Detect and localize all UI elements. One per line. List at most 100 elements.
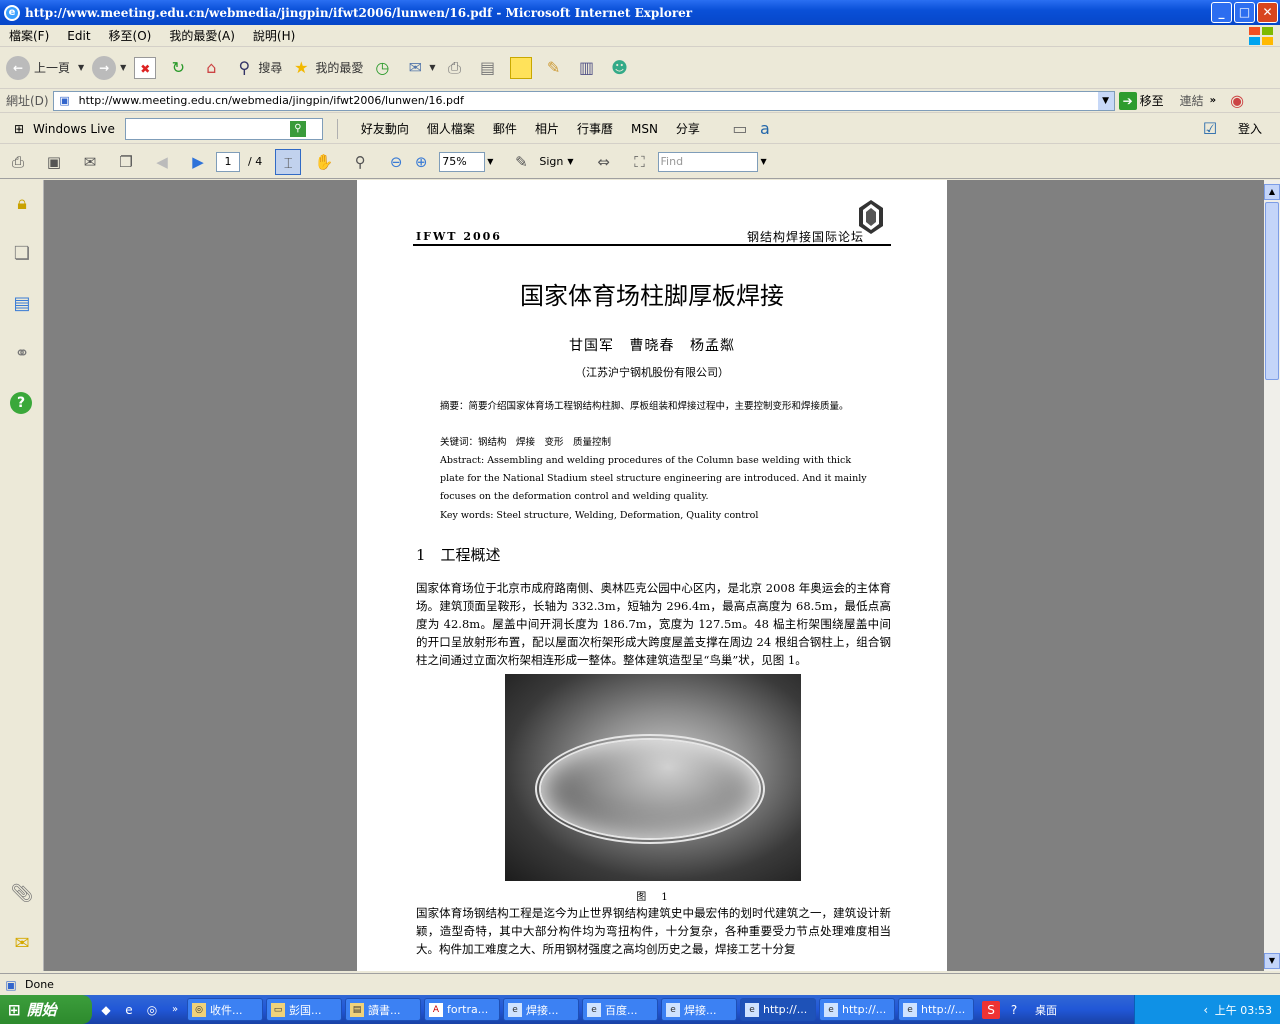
scroll-thumb[interactable]	[1265, 202, 1279, 380]
task-baidu[interactable]: e 百度...	[582, 998, 658, 1021]
save-icon[interactable]: ▣	[41, 149, 67, 175]
task-fortran[interactable]: Afortra...	[424, 998, 500, 1021]
maximize-button[interactable]: □	[1234, 2, 1255, 23]
task-welding-2[interactable]: e 焊接...	[661, 998, 737, 1021]
edit-button[interactable]: ▤	[477, 57, 502, 79]
live-item-updates[interactable]: 好友動向	[352, 120, 418, 137]
scroll-up-icon[interactable]: ▲	[1264, 184, 1280, 200]
lock-icon[interactable]: 🔒︎	[10, 192, 34, 216]
task-http-1[interactable]: e http://...	[740, 998, 816, 1021]
live-search-icon[interactable]: ⚲	[289, 120, 306, 137]
zoom-in-icon[interactable]: ⊕	[408, 149, 434, 175]
live-options-icon[interactable]: ▭	[729, 118, 751, 140]
pdf-icon: A	[429, 1002, 443, 1017]
sogou-icon[interactable]: S	[982, 1000, 1000, 1019]
zoom-out-icon[interactable]: ⊖	[383, 149, 409, 175]
comments-icon[interactable]: ✉	[10, 932, 34, 956]
clock[interactable]: 上午 03:53	[1215, 1002, 1272, 1018]
address-input[interactable]: ▣ http://www.meeting.edu.cn/webmedia/jin…	[52, 90, 1115, 111]
live-item-msn[interactable]: MSN	[622, 122, 667, 136]
vertical-scrollbar[interactable]: ▲ ▼	[1264, 180, 1280, 971]
zoom-dropdown-icon[interactable]: ▼	[487, 157, 493, 166]
page-number-input[interactable]: 1	[216, 151, 240, 172]
task-reader[interactable]: ▤ 讀書...	[345, 998, 421, 1021]
find-input[interactable]: Find	[657, 151, 758, 172]
zoom-tool-icon[interactable]: ⚲	[347, 149, 373, 175]
email-icon[interactable]: ✉	[77, 149, 103, 175]
help-icon[interactable]: ?	[10, 392, 32, 414]
find-dropdown-icon[interactable]: ▼	[761, 157, 767, 166]
scroll-down-icon[interactable]: ▼	[1264, 953, 1280, 969]
sign-pen-icon[interactable]: ✎	[508, 149, 534, 175]
next-page-icon[interactable]: ▶	[185, 149, 211, 175]
pages-panel-icon[interactable]: ❏	[10, 242, 34, 266]
search-label: 搜尋	[258, 61, 283, 75]
translate-icon[interactable]: ◉	[1226, 90, 1248, 112]
links-button[interactable]: 連結	[1180, 92, 1204, 109]
signin-button[interactable]: 登入	[1238, 120, 1262, 137]
task-inbox[interactable]: ◎ 收件...	[187, 998, 263, 1021]
minimize-button[interactable]: _	[1211, 2, 1232, 23]
live-item-profile[interactable]: 個人檔案	[418, 120, 484, 137]
menu-edit[interactable]: Edit	[58, 29, 99, 43]
print-button[interactable]: ⎙	[444, 57, 469, 79]
help-tray-icon[interactable]: ?	[1005, 1001, 1023, 1019]
menu-favorites[interactable]: 我的最愛(A)	[160, 27, 244, 44]
menu-help[interactable]: 說明(H)	[244, 27, 304, 44]
favorites-button[interactable]: ★ 我的最愛	[290, 57, 363, 79]
live-item-mail[interactable]: 郵件	[484, 120, 526, 137]
quicklaunch-app-icon[interactable]: ◆	[97, 1001, 115, 1019]
address-dropdown-icon[interactable]: ▼	[1097, 91, 1114, 110]
menu-file[interactable]: 檔案(F)	[0, 27, 58, 44]
select-tool-icon[interactable]: ⌶	[275, 148, 302, 175]
start-button[interactable]: ⊞ 開始	[0, 995, 92, 1024]
note-button[interactable]	[509, 56, 535, 79]
forward-button[interactable]: → ▼	[92, 55, 126, 80]
messenger-button[interactable]: ☻	[609, 57, 634, 79]
fit-page-icon[interactable]: ⛶	[627, 149, 653, 175]
sign-dropdown-icon[interactable]: ▼	[567, 157, 573, 166]
task-http-3[interactable]: e http://...	[898, 998, 974, 1021]
quicklaunch-ie-icon[interactable]: e	[120, 1001, 138, 1019]
address-label: 網址(D)	[6, 94, 49, 108]
sign-button[interactable]: Sign	[539, 155, 563, 168]
attachment-icon[interactable]: 📎︎	[10, 882, 34, 906]
pen-button[interactable]: ✎	[543, 57, 568, 79]
prev-page-icon[interactable]: ◀	[149, 149, 175, 175]
mail-button[interactable]: ✉ ▼	[404, 57, 436, 79]
go-button[interactable]: ➔ 移至	[1118, 91, 1164, 110]
desktop-toolbar[interactable]: 桌面	[1035, 1002, 1057, 1018]
task-label: 百度...	[605, 1003, 638, 1017]
chevron-right-icon[interactable]: »	[1210, 95, 1216, 106]
history-button[interactable]: ◷	[371, 57, 396, 79]
live-item-calendar[interactable]: 行事曆	[568, 120, 622, 137]
fit-width-icon[interactable]: ⇔	[591, 149, 617, 175]
live-check-icon[interactable]: ☑	[1199, 118, 1221, 140]
back-button[interactable]: ← 上一頁 ▼	[6, 55, 84, 80]
task-welding-1[interactable]: e 焊接...	[503, 998, 579, 1021]
quicklaunch-outlook-icon[interactable]: ◎	[143, 1001, 161, 1019]
close-button[interactable]: ✕	[1257, 2, 1278, 23]
quicklaunch-more-icon[interactable]: »	[166, 1001, 184, 1019]
print-icon[interactable]: ⎙	[5, 149, 31, 175]
refresh-button[interactable]: ↻	[167, 57, 192, 79]
bookmarks-icon[interactable]: ▤	[10, 292, 34, 316]
stop-button[interactable]: ✖	[134, 56, 159, 79]
task-http-2[interactable]: e http://...	[819, 998, 895, 1021]
hand-tool-icon[interactable]: ✋	[311, 149, 337, 175]
live-brand[interactable]: Windows Live	[33, 122, 115, 136]
research-button[interactable]: ▥	[576, 57, 601, 79]
live-item-photos[interactable]: 相片	[526, 120, 568, 137]
binoculars-icon[interactable]: ⚭	[10, 342, 34, 366]
zoom-input[interactable]: 75%	[439, 151, 486, 172]
live-item-share[interactable]: 分享	[667, 120, 709, 137]
search-button[interactable]: ⚲ 搜尋	[233, 57, 282, 79]
task-folder[interactable]: ▭ 彭国...	[266, 998, 342, 1021]
home-button[interactable]: ⌂	[200, 57, 225, 79]
pdf-viewer[interactable]: IFWT 2006 钢结构焊接国际论坛 国家体育场柱脚厚板焊接 甘国军 曹晓春 …	[44, 180, 1264, 971]
tray-arrow-icon[interactable]: ‹	[1197, 1001, 1215, 1019]
menu-goto[interactable]: 移至(O)	[100, 27, 161, 44]
live-translate-icon[interactable]: a	[754, 118, 776, 140]
pages-icon[interactable]: ❐	[113, 149, 139, 175]
live-search-input[interactable]: ⚲	[124, 117, 323, 140]
